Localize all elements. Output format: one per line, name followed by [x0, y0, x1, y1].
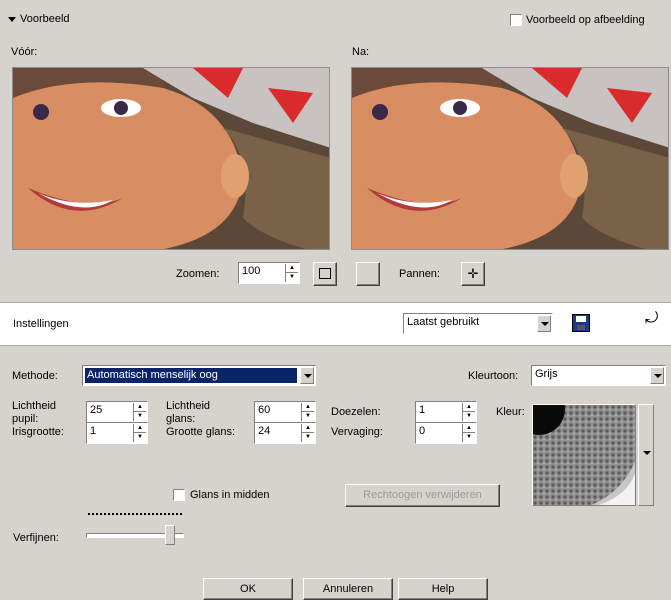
- iris-size-spinbox[interactable]: 1 ▲ ▼: [86, 422, 148, 444]
- cancel-button[interactable]: Annuleren: [303, 578, 393, 600]
- before-label: Vóór:: [11, 46, 38, 58]
- zoom-label: Zoomen:: [176, 268, 220, 280]
- zoom-value: 100: [242, 265, 261, 277]
- ok-button[interactable]: OK: [203, 578, 293, 600]
- pan-button[interactable]: ✛: [461, 262, 485, 286]
- blur-label: Doezelen:: [331, 406, 381, 418]
- blur-spinbox[interactable]: 1 ▲ ▼: [415, 401, 477, 423]
- save-preset-icon[interactable]: [572, 314, 590, 332]
- glare-brightness-spinbox[interactable]: 60 ▲ ▼: [254, 401, 316, 423]
- zoom-spinbox[interactable]: 100 ▲ ▼: [238, 262, 300, 284]
- refine-slider-thumb[interactable]: [165, 525, 176, 545]
- method-dropdown[interactable]: Automatisch menselijk oog: [82, 365, 316, 386]
- preview-toggle[interactable]: Voorbeeld: [8, 13, 70, 25]
- zoom-fit-button[interactable]: [313, 262, 337, 286]
- swatch-menu-button[interactable]: [638, 404, 654, 506]
- zoom-actual-button[interactable]: [356, 262, 380, 286]
- chevron-down-icon: [643, 451, 651, 455]
- after-preview-image[interactable]: [351, 67, 669, 250]
- help-button[interactable]: Help: [398, 578, 488, 600]
- feather-label: Vervaging:: [331, 426, 383, 438]
- chevron-down-icon[interactable]: [300, 367, 314, 384]
- feather-spinbox[interactable]: 0 ▲ ▼: [415, 422, 477, 444]
- reset-icon[interactable]: ⤾: [645, 310, 658, 328]
- refine-label: Verfijnen:: [13, 532, 59, 544]
- fit-window-icon: [319, 268, 331, 279]
- pupil-brightness-label: Lichtheid pupil:: [12, 400, 57, 425]
- pan-label: Pannen:: [399, 268, 440, 280]
- refine-ticks: [88, 513, 182, 515]
- restore-button[interactable]: Rechtoogen verwijderen: [345, 484, 500, 507]
- glare-brightness-label: Lichtheid glans:: [166, 400, 211, 425]
- preset-value: Laatst gebruikt: [407, 316, 480, 328]
- pupil-brightness-spinbox[interactable]: 25 ▲ ▼: [86, 401, 148, 423]
- method-label: Methode:: [12, 370, 58, 382]
- settings-bar: [0, 302, 671, 346]
- glare-size-spinbox[interactable]: 24 ▲ ▼: [254, 422, 316, 444]
- triangle-down-icon: [8, 16, 16, 22]
- preview-on-image-label: Voorbeeld op afbeelding: [526, 14, 645, 26]
- glare-size-label: Grootte glans:: [166, 426, 236, 438]
- zoom-spin-buttons[interactable]: ▲ ▼: [285, 264, 298, 282]
- center-glare-label: Glans in midden: [190, 489, 270, 501]
- after-label: Na:: [352, 46, 370, 58]
- swatch-label: Kleur:: [496, 406, 525, 418]
- preview-on-image-checkbox[interactable]: [510, 14, 522, 26]
- preview-label: Voorbeeld: [20, 13, 70, 25]
- color-tone-label: Kleurtoon:: [468, 370, 519, 382]
- preset-dropdown[interactable]: Laatst gebruikt: [403, 313, 553, 334]
- eye-swatch[interactable]: [532, 404, 636, 506]
- settings-title: Instellingen: [13, 318, 69, 330]
- center-glare-checkbox[interactable]: [173, 489, 185, 501]
- chevron-down-icon[interactable]: [537, 315, 551, 332]
- color-tone-dropdown[interactable]: Grijs: [531, 365, 666, 386]
- iris-size-label: Irisgrootte:: [12, 426, 64, 438]
- color-tone-value: Grijs: [535, 368, 558, 380]
- chevron-down-icon[interactable]: [650, 367, 664, 384]
- method-value: Automatisch menselijk oog: [85, 368, 297, 383]
- before-preview-image[interactable]: [12, 67, 330, 250]
- pan-move-icon: ✛: [467, 266, 479, 281]
